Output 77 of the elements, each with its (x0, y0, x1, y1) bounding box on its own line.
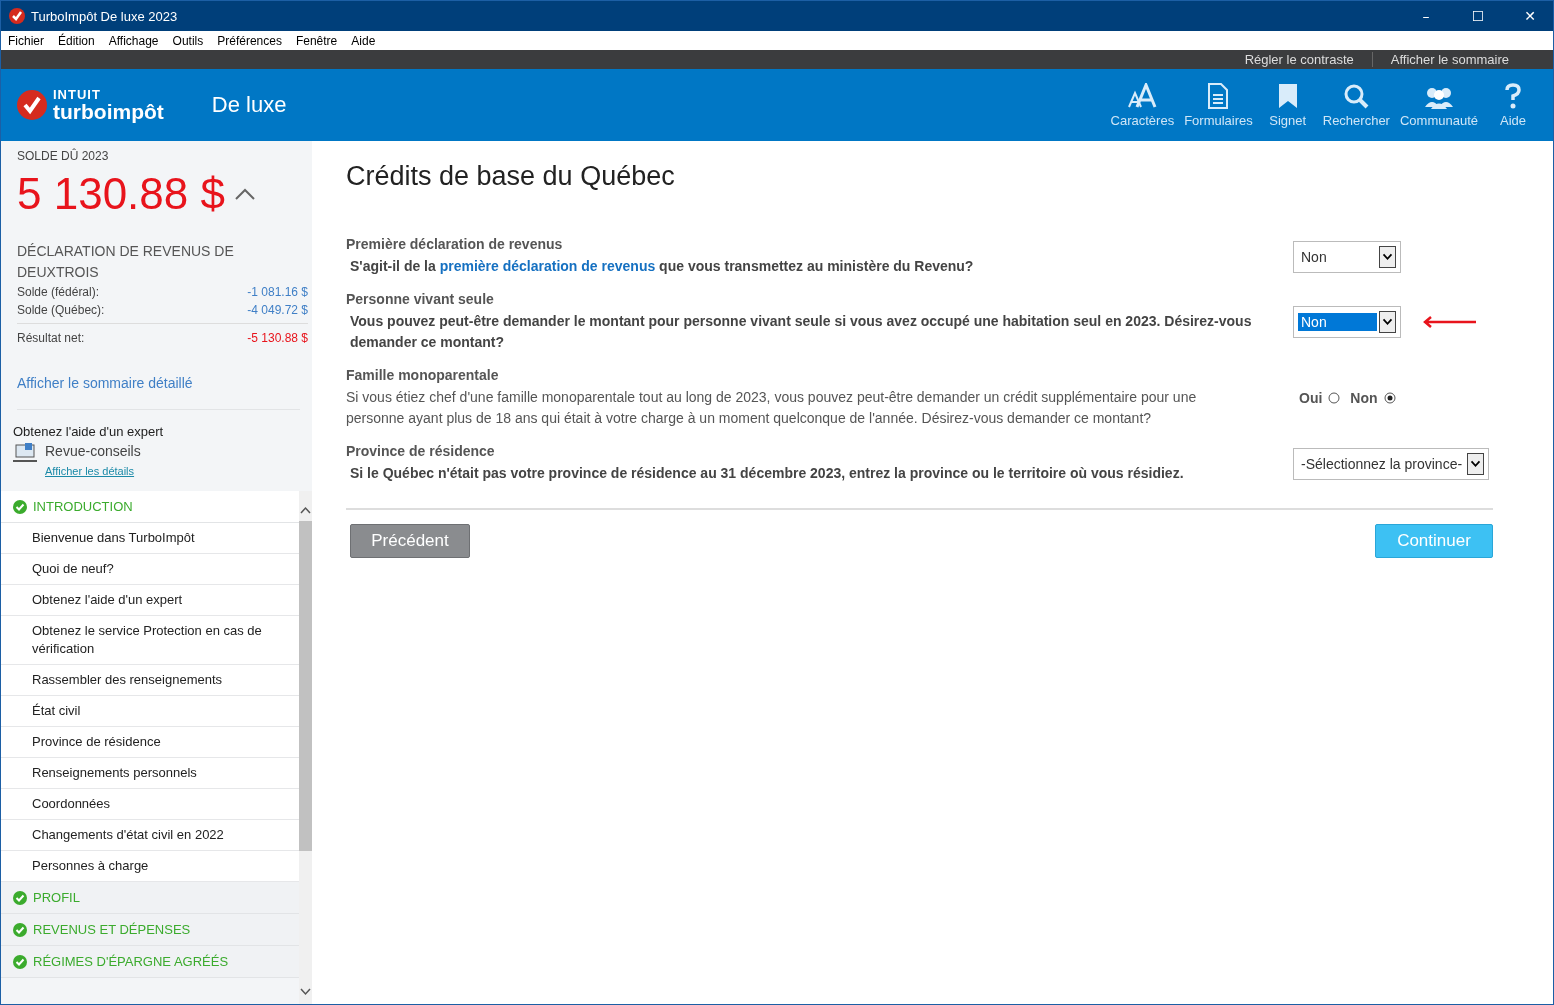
toolbar-button[interactable]: Aide (1483, 82, 1543, 128)
document-icon (1207, 82, 1230, 109)
menu-item[interactable]: Affichage (108, 33, 159, 48)
window-title: TurboImpôt De luxe 2023 (31, 8, 179, 24)
font-size-icon (1127, 82, 1158, 109)
toolbar-button[interactable]: Formulaires (1179, 82, 1258, 128)
detail-summary-link[interactable]: Afficher le sommaire détaillé (17, 375, 308, 391)
menu-item[interactable]: Édition (58, 33, 95, 48)
return-title: DÉCLARATION DE REVENUS DE DEUXTROIS (17, 242, 235, 282)
toolbar-button[interactable]: Signet (1257, 82, 1318, 128)
question-text: Si vous étiez chef d'une famille monoparentale tout au long de 2023, vous pouvez peut-être demander un crédit supplémentaire pour une personne ayant plus de 18 ans qui était à votre charge à un moment quelconque de l'année. Désirez-vous demander ce montant? (346, 388, 1198, 428)
check-icon (13, 499, 27, 514)
service-name: Revue-conseils (45, 443, 141, 459)
question-link[interactable]: première déclaration de revenus (439, 258, 656, 274)
summary-value: -5 130.88 $ (247, 331, 308, 345)
radio-selected-icon[interactable] (1383, 392, 1396, 404)
question-text: Vous pouvez peut-être demander le montant pour personne vivant seule si vous avez occupé une habitation seul en 2023. Désirez-vous demander ce montant? (349, 312, 1253, 352)
check-icon (13, 954, 27, 969)
check-icon (13, 922, 27, 937)
brand-tagline: INTUIT (53, 88, 102, 101)
toolbar-button[interactable]: Caractères (1105, 82, 1180, 128)
dropdown[interactable]: Non (1293, 306, 1401, 338)
nav-item[interactable]: Bienvenue dans TurboImpôt (1, 523, 299, 554)
check-icon (13, 890, 27, 905)
details-link[interactable]: Afficher les détails (45, 465, 141, 477)
menu-item[interactable]: Outils (172, 33, 204, 48)
question-heading: Province de résidence (346, 443, 496, 459)
bookmark-icon (1277, 82, 1298, 109)
nav-item[interactable]: Obtenez le service Protection en cas de vérification (1, 616, 299, 665)
brand-name: turboimpôt (53, 101, 164, 122)
summary-value: -4 049.72 $ (247, 303, 308, 317)
nav-item[interactable]: Renseignements personnels (1, 758, 299, 789)
nav-item[interactable]: Changements d'état civil en 2022 (1, 820, 299, 851)
summary-value: -1 081.16 $ (247, 285, 308, 299)
summary-label: Solde (fédéral): (17, 285, 100, 299)
nav-item[interactable]: Coordonnées (1, 789, 299, 820)
nav-item[interactable]: Quoi de neuf? (1, 554, 299, 585)
summary-label: Solde (Québec): (17, 303, 105, 317)
laptop-icon (13, 443, 37, 463)
help-icon (1504, 82, 1522, 109)
app-logo-icon (9, 8, 25, 24)
question-text: Si le Québec n'était pas votre province de résidence au 31 décembre 2023, entrez la province ou le territoire où vous résidiez. (349, 464, 1185, 483)
expert-title: Obtenez l'aide d'un expert (13, 424, 165, 439)
menu-item[interactable]: Fichier (8, 33, 44, 48)
radio-option[interactable]: Oui (1299, 390, 1341, 406)
scrollbar[interactable] (299, 491, 312, 1004)
nav-item[interactable]: Rassembler des renseignements (1, 665, 299, 696)
dropdown[interactable]: Non (1293, 240, 1401, 273)
window-control[interactable]: ✕ (1507, 1, 1553, 31)
page-title: Crédits de base du Québec (346, 161, 676, 192)
brand-logo-icon (17, 90, 47, 120)
window-control[interactable]: – (1403, 1, 1449, 31)
menu-item[interactable]: Aide (351, 33, 376, 48)
radio-option[interactable]: Non (1350, 390, 1396, 406)
radio-icon[interactable] (1328, 392, 1341, 404)
balance-amount: 5 130.88 $ (17, 169, 225, 219)
nav-item[interactable]: Province de résidence (1, 727, 299, 758)
menu-item[interactable]: Fenêtre (295, 33, 338, 48)
top-link[interactable]: Régler le contraste (1226, 52, 1372, 67)
search-icon (1343, 82, 1370, 109)
dropdown[interactable]: -Sélectionnez la province- (1293, 447, 1490, 480)
toolbar-button[interactable]: Communauté (1394, 84, 1483, 128)
chevron-up-icon[interactable] (234, 188, 255, 200)
question-text: S'agit-il de la première déclaration de revenus que vous transmettez au ministère du Revenu? (349, 257, 975, 276)
menu-item[interactable]: Préférences (217, 33, 282, 48)
summary-label: Résultat net: (17, 331, 85, 345)
toolbar-button[interactable]: Rechercher (1317, 82, 1395, 128)
edition-title: De luxe (211, 92, 288, 118)
nav-item[interactable]: Obtenez l'aide d'un expert (1, 585, 299, 616)
window-control[interactable]: ☐ (1455, 1, 1501, 31)
question-heading: Personne vivant seule (346, 291, 495, 307)
top-link[interactable]: Afficher le sommaire (1371, 52, 1527, 67)
nav-item[interactable]: Personnes à charge (1, 851, 299, 882)
question-heading: Famille monoparentale (346, 367, 500, 383)
balance-label: SOLDE DÛ 2023 (17, 149, 110, 163)
question-heading: Première déclaration de revenus (346, 236, 564, 252)
nav-item[interactable]: État civil (1, 696, 299, 727)
